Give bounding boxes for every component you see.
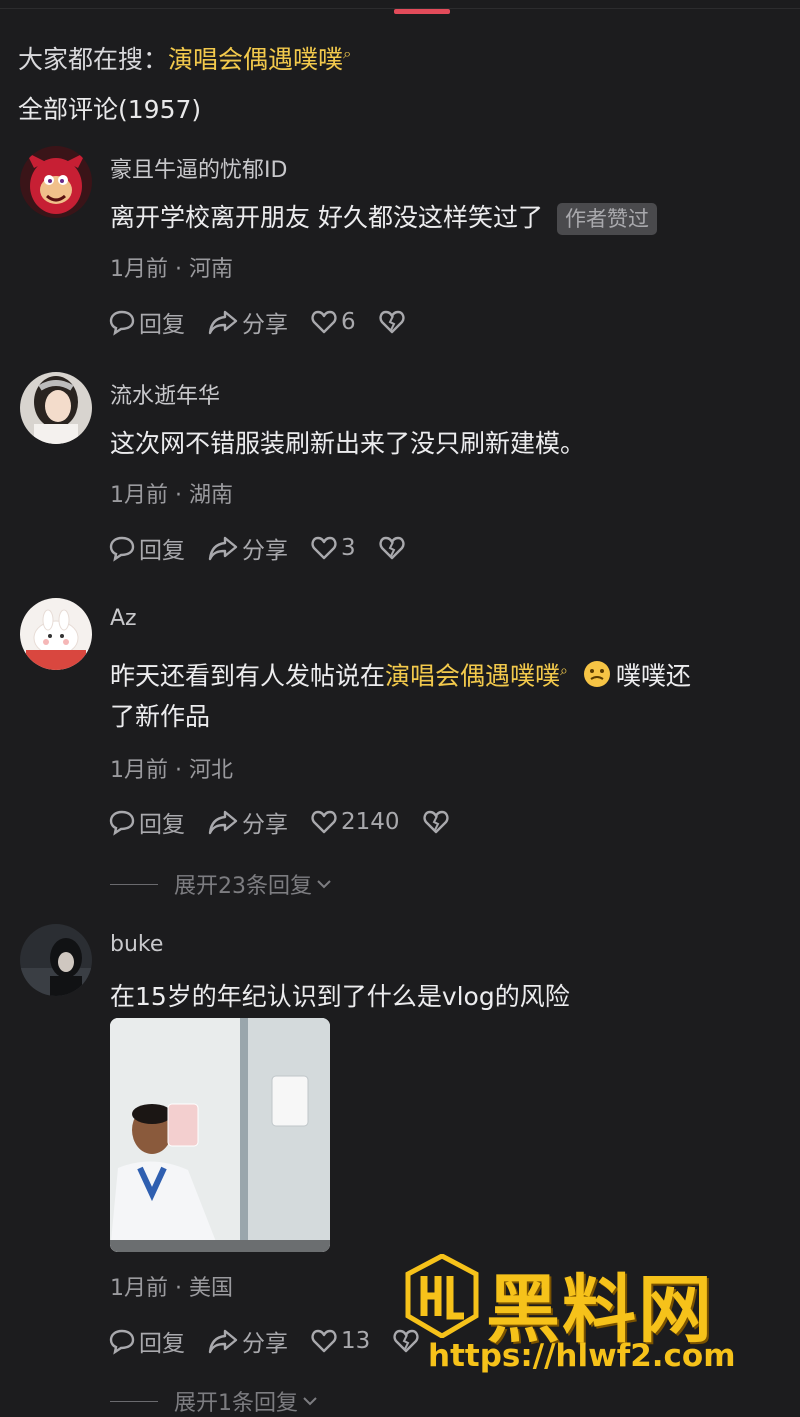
search-keyword[interactable]: 演唱会偶遇噗噗	[168, 45, 343, 74]
comment-image[interactable]	[110, 1018, 330, 1252]
comment-text: 在15岁的年纪认识到了什么是vlog的风险	[110, 982, 570, 1011]
drag-indicator[interactable]	[394, 9, 450, 14]
like-count: 2140	[341, 809, 400, 835]
reply-button[interactable]: 回复	[108, 1324, 185, 1358]
comment-time: 1月前	[110, 758, 168, 783]
search-icon: ⌕	[343, 44, 352, 63]
comment-location: 湖南	[188, 483, 233, 508]
like-count: 3	[341, 535, 356, 561]
share-icon	[208, 1329, 238, 1354]
avatar[interactable]	[20, 146, 92, 218]
watermark-url: https://hlwf2.com	[428, 1338, 736, 1374]
comment-time: 1月前	[110, 1276, 168, 1301]
heart-icon	[311, 810, 337, 834]
comment-time: 1月前	[110, 483, 168, 508]
heart-icon	[311, 536, 337, 560]
like-button[interactable]: 2140	[310, 808, 400, 836]
comment-actions: 回复 分享 6	[108, 305, 431, 339]
like-button[interactable]: 3	[310, 534, 356, 562]
chevron-down-icon	[317, 880, 331, 889]
divider	[110, 1400, 158, 1402]
comment-meta: 1月前 · 湖南	[110, 483, 233, 508]
search-suggestion[interactable]: 大家都在搜：演唱会偶遇噗噗⌕	[18, 40, 351, 76]
watermark-logo-icon	[405, 1254, 479, 1338]
search-prefix: 大家都在搜：	[18, 45, 169, 74]
comment-location: 河南	[188, 257, 233, 282]
comment-actions: 回复 分享 13	[108, 1324, 445, 1358]
reply-button[interactable]: 回复	[108, 531, 185, 565]
author-liked-badge: 作者赞过	[556, 203, 657, 235]
broken-heart-icon	[379, 310, 405, 334]
like-button[interactable]: 13	[310, 1327, 370, 1355]
comment-location: 河北	[188, 758, 233, 783]
heart-icon	[311, 1329, 337, 1353]
comment-text: 昨天还看到有人发帖说在演唱会偶遇噗噗⌕ 噗噗还	[110, 661, 691, 691]
comment-username[interactable]: Az	[110, 606, 137, 631]
share-button[interactable]: 分享	[207, 1324, 288, 1358]
dislike-button[interactable]	[378, 534, 409, 562]
like-count: 6	[341, 309, 356, 335]
comment-username[interactable]: 豪且牛逼的忧郁ID	[110, 152, 287, 184]
comment-location: 美国	[188, 1276, 233, 1301]
share-icon	[208, 310, 238, 335]
broken-heart-icon	[379, 536, 405, 560]
comment-actions: 回复 分享 3	[108, 531, 431, 565]
share-button[interactable]: 分享	[207, 305, 288, 339]
comments-count: 全部评论(1957)	[18, 95, 202, 124]
avatar[interactable]	[20, 372, 92, 444]
comment-text-line2: 了新作品	[110, 702, 211, 731]
emoji-icon	[583, 661, 610, 688]
comment-text: 离开学校离开朋友 好久都没这样笑过了 作者赞过	[110, 195, 657, 241]
share-button[interactable]: 分享	[207, 531, 288, 565]
comment-meta: 1月前 · 美国	[110, 1276, 233, 1301]
watermark: 黑料网 https://hlwf2.com	[400, 1250, 790, 1390]
share-icon	[208, 536, 238, 561]
comment-meta: 1月前 · 河北	[110, 758, 233, 783]
comment-meta: 1月前 · 河南	[110, 257, 233, 282]
comment-username[interactable]: buke	[110, 932, 163, 957]
search-icon: ⌕	[560, 663, 568, 679]
broken-heart-icon	[422, 810, 449, 834]
avatar[interactable]	[20, 598, 92, 670]
heart-icon	[311, 310, 337, 334]
avatar[interactable]	[20, 924, 92, 996]
reply-button[interactable]: 回复	[108, 805, 185, 839]
share-button[interactable]: 分享	[207, 805, 288, 839]
like-count: 13	[341, 1328, 371, 1354]
reply-icon	[109, 1329, 135, 1355]
like-button[interactable]: 6	[310, 308, 356, 336]
reply-icon	[109, 536, 135, 562]
divider	[110, 883, 158, 885]
dislike-button[interactable]	[378, 308, 409, 336]
dislike-button[interactable]	[422, 808, 453, 836]
comment-keyword-link[interactable]: 演唱会偶遇噗噗	[385, 661, 560, 690]
comment-actions: 回复 分享 2140	[108, 805, 475, 839]
chevron-down-icon	[303, 1397, 317, 1406]
comment-text: 这次网不错服装刷新出来了没只刷新建模。	[110, 429, 586, 458]
expand-replies[interactable]: 展开23条回复	[110, 868, 334, 900]
expand-replies[interactable]: 展开1条回复	[110, 1385, 320, 1417]
comment-username[interactable]: 流水逝年华	[110, 378, 220, 410]
reply-button[interactable]: 回复	[108, 305, 185, 339]
reply-icon	[109, 310, 135, 336]
reply-icon	[109, 810, 135, 836]
comment-time: 1月前	[110, 257, 168, 282]
share-icon	[208, 810, 238, 835]
